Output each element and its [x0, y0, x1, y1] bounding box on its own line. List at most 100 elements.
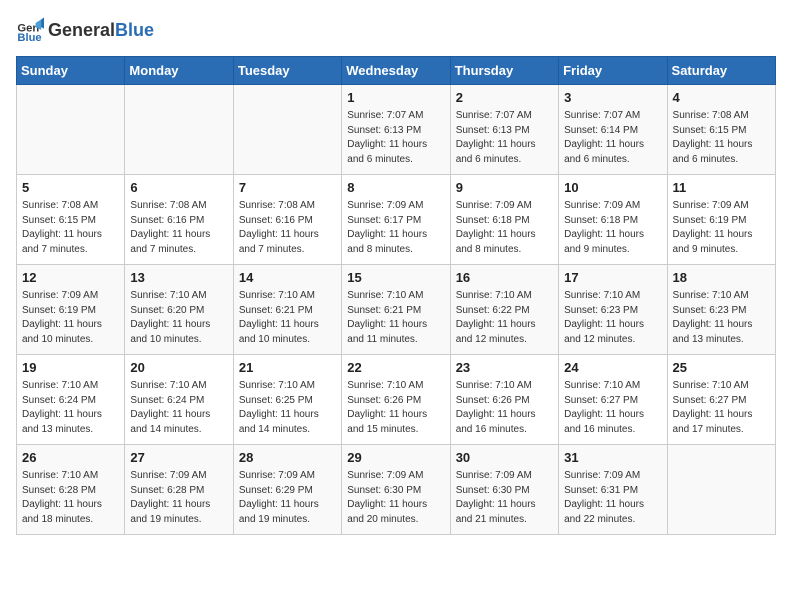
day-number: 21	[239, 359, 336, 377]
svg-text:Blue: Blue	[17, 32, 41, 44]
calendar-cell	[667, 445, 775, 535]
calendar-cell: 15Sunrise: 7:10 AM Sunset: 6:21 PM Dayli…	[342, 265, 450, 355]
header-monday: Monday	[125, 57, 233, 85]
week-row-2: 5Sunrise: 7:08 AM Sunset: 6:15 PM Daylig…	[17, 175, 776, 265]
day-number: 1	[347, 89, 444, 107]
cell-info: Sunrise: 7:09 AM Sunset: 6:29 PM Dayligh…	[239, 469, 336, 527]
day-number: 30	[456, 449, 553, 467]
logo-general-text: General	[48, 20, 115, 40]
day-number: 17	[564, 269, 661, 287]
calendar-cell: 29 Sunrise: 7:09 AM Sunset: 6:30 PM Dayli…	[342, 445, 450, 535]
cell-info: Sunrise: 7:10 AM Sunset: 6:24 PM Dayligh…	[22, 379, 119, 437]
day-number: 11	[673, 179, 770, 197]
day-number: 28	[239, 449, 336, 467]
day-number: 12	[22, 269, 119, 287]
cell-info: Sunrise: 7:09 AM Sunset: 6:30 PM Dayligh…	[456, 469, 553, 527]
cell-info: Sunrise: 7:08 AM Sunset: 6:16 PM Dayligh…	[130, 199, 227, 257]
header-sunday: Sunday	[17, 57, 125, 85]
calendar-cell: 10 Sunrise: 7:09 AM Sunset: 6:18 PM Dayli…	[559, 175, 667, 265]
day-number: 10	[564, 179, 661, 197]
cell-info: Sunrise: 7:09 AM Sunset: 6:19 PM Dayligh…	[673, 199, 770, 257]
calendar-cell: 2Sunrise: 7:07 AM Sunset: 6:13 PM Daylig…	[450, 85, 558, 175]
calendar-cell: 3 Sunrise: 7:07 AM Sunset: 6:14 PM Daylig…	[559, 85, 667, 175]
day-number: 23	[456, 359, 553, 377]
cell-info: Sunrise: 7:09 AM Sunset: 6:28 PM Dayligh…	[130, 469, 227, 527]
day-number: 3	[564, 89, 661, 107]
calendar-cell: 19 Sunrise: 7:10 AM Sunset: 6:24 PM Dayli…	[17, 355, 125, 445]
day-number: 22	[347, 359, 444, 377]
calendar-cell: 21 Sunrise: 7:10 AM Sunset: 6:25 PM Dayli…	[233, 355, 341, 445]
calendar-cell: 24 Sunrise: 7:10 AM Sunset: 6:27 PM Dayli…	[559, 355, 667, 445]
cell-info: Sunrise: 7:10 AM Sunset: 6:23 PM Dayligh…	[564, 289, 661, 347]
cell-info: Sunrise: 7:07 AM Sunset: 6:13 PM Dayligh…	[347, 109, 444, 167]
logo-icon: Gen Blue	[16, 16, 44, 44]
day-number: 9	[456, 179, 553, 197]
day-number: 7	[239, 179, 336, 197]
calendar-cell: 17 Sunrise: 7:10 AM Sunset: 6:23 PM Dayli…	[559, 265, 667, 355]
week-row-5: 26Sunrise: 7:10 AM Sunset: 6:28 PM Dayli…	[17, 445, 776, 535]
cell-info: Sunrise: 7:09 AM Sunset: 6:18 PM Dayligh…	[564, 199, 661, 257]
calendar-cell: 14Sunrise: 7:10 AM Sunset: 6:21 PM Dayli…	[233, 265, 341, 355]
calendar-cell: 27 Sunrise: 7:09 AM Sunset: 6:28 PM Dayli…	[125, 445, 233, 535]
calendar-cell: 23 Sunrise: 7:10 AM Sunset: 6:26 PM Dayli…	[450, 355, 558, 445]
cell-info: Sunrise: 7:10 AM Sunset: 6:22 PM Dayligh…	[456, 289, 553, 347]
calendar-cell: 4 Sunrise: 7:08 AM Sunset: 6:15 PM Daylig…	[667, 85, 775, 175]
cell-info: Sunrise: 7:09 AM Sunset: 6:18 PM Dayligh…	[456, 199, 553, 257]
calendar-cell: 26Sunrise: 7:10 AM Sunset: 6:28 PM Dayli…	[17, 445, 125, 535]
cell-info: Sunrise: 7:08 AM Sunset: 6:15 PM Dayligh…	[673, 109, 770, 167]
cell-info: Sunrise: 7:09 AM Sunset: 6:30 PM Dayligh…	[347, 469, 444, 527]
calendar-cell: 6 Sunrise: 7:08 AM Sunset: 6:16 PM Daylig…	[125, 175, 233, 265]
cell-info: Sunrise: 7:10 AM Sunset: 6:27 PM Dayligh…	[564, 379, 661, 437]
day-number: 29	[347, 449, 444, 467]
calendar-cell: 25Sunrise: 7:10 AM Sunset: 6:27 PM Dayli…	[667, 355, 775, 445]
day-number: 19	[22, 359, 119, 377]
day-number: 24	[564, 359, 661, 377]
header-thursday: Thursday	[450, 57, 558, 85]
calendar-cell: 1 Sunrise: 7:07 AM Sunset: 6:13 PM Daylig…	[342, 85, 450, 175]
page-header: Gen Blue GeneralBlue	[16, 16, 776, 44]
day-number: 2	[456, 89, 553, 107]
cell-info: Sunrise: 7:07 AM Sunset: 6:14 PM Dayligh…	[564, 109, 661, 167]
day-number: 6	[130, 179, 227, 197]
day-number: 18	[673, 269, 770, 287]
week-row-3: 12 Sunrise: 7:09 AM Sunset: 6:19 PM Dayli…	[17, 265, 776, 355]
cell-info: Sunrise: 7:10 AM Sunset: 6:20 PM Dayligh…	[130, 289, 227, 347]
cell-info: Sunrise: 7:10 AM Sunset: 6:25 PM Dayligh…	[239, 379, 336, 437]
day-number: 31	[564, 449, 661, 467]
calendar-header-row: SundayMondayTuesdayWednesdayThursdayFrid…	[17, 57, 776, 85]
day-number: 27	[130, 449, 227, 467]
calendar-cell: 28 Sunrise: 7:09 AM Sunset: 6:29 PM Dayli…	[233, 445, 341, 535]
calendar-cell: 16 Sunrise: 7:10 AM Sunset: 6:22 PM Dayli…	[450, 265, 558, 355]
cell-info: Sunrise: 7:09 AM Sunset: 6:31 PM Dayligh…	[564, 469, 661, 527]
cell-info: Sunrise: 7:09 AM Sunset: 6:17 PM Dayligh…	[347, 199, 444, 257]
cell-info: Sunrise: 7:10 AM Sunset: 6:26 PM Dayligh…	[456, 379, 553, 437]
header-friday: Friday	[559, 57, 667, 85]
day-number: 16	[456, 269, 553, 287]
calendar-table: SundayMondayTuesdayWednesdayThursdayFrid…	[16, 56, 776, 535]
calendar-cell: 8 Sunrise: 7:09 AM Sunset: 6:17 PM Daylig…	[342, 175, 450, 265]
calendar-cell: 9 Sunrise: 7:09 AM Sunset: 6:18 PM Daylig…	[450, 175, 558, 265]
calendar-cell: 7 Sunrise: 7:08 AM Sunset: 6:16 PM Daylig…	[233, 175, 341, 265]
calendar-cell: 18 Sunrise: 7:10 AM Sunset: 6:23 PM Dayli…	[667, 265, 775, 355]
day-number: 15	[347, 269, 444, 287]
cell-info: Sunrise: 7:10 AM Sunset: 6:27 PM Dayligh…	[673, 379, 770, 437]
cell-info: Sunrise: 7:10 AM Sunset: 6:26 PM Dayligh…	[347, 379, 444, 437]
logo: Gen Blue GeneralBlue	[16, 16, 154, 44]
week-row-4: 19 Sunrise: 7:10 AM Sunset: 6:24 PM Dayli…	[17, 355, 776, 445]
cell-info: Sunrise: 7:10 AM Sunset: 6:23 PM Dayligh…	[673, 289, 770, 347]
day-number: 26	[22, 449, 119, 467]
calendar-cell: 22 Sunrise: 7:10 AM Sunset: 6:26 PM Dayli…	[342, 355, 450, 445]
calendar-cell: 13Sunrise: 7:10 AM Sunset: 6:20 PM Dayli…	[125, 265, 233, 355]
cell-info: Sunrise: 7:08 AM Sunset: 6:16 PM Dayligh…	[239, 199, 336, 257]
calendar-cell: 20Sunrise: 7:10 AM Sunset: 6:24 PM Dayli…	[125, 355, 233, 445]
calendar-cell: 5Sunrise: 7:08 AM Sunset: 6:15 PM Daylig…	[17, 175, 125, 265]
cell-info: Sunrise: 7:09 AM Sunset: 6:19 PM Dayligh…	[22, 289, 119, 347]
cell-info: Sunrise: 7:10 AM Sunset: 6:24 PM Dayligh…	[130, 379, 227, 437]
calendar-cell: 30 Sunrise: 7:09 AM Sunset: 6:30 PM Dayli…	[450, 445, 558, 535]
cell-info: Sunrise: 7:08 AM Sunset: 6:15 PM Dayligh…	[22, 199, 119, 257]
logo-blue-text: Blue	[115, 20, 154, 40]
header-saturday: Saturday	[667, 57, 775, 85]
day-number: 4	[673, 89, 770, 107]
day-number: 8	[347, 179, 444, 197]
calendar-cell: 12 Sunrise: 7:09 AM Sunset: 6:19 PM Dayli…	[17, 265, 125, 355]
